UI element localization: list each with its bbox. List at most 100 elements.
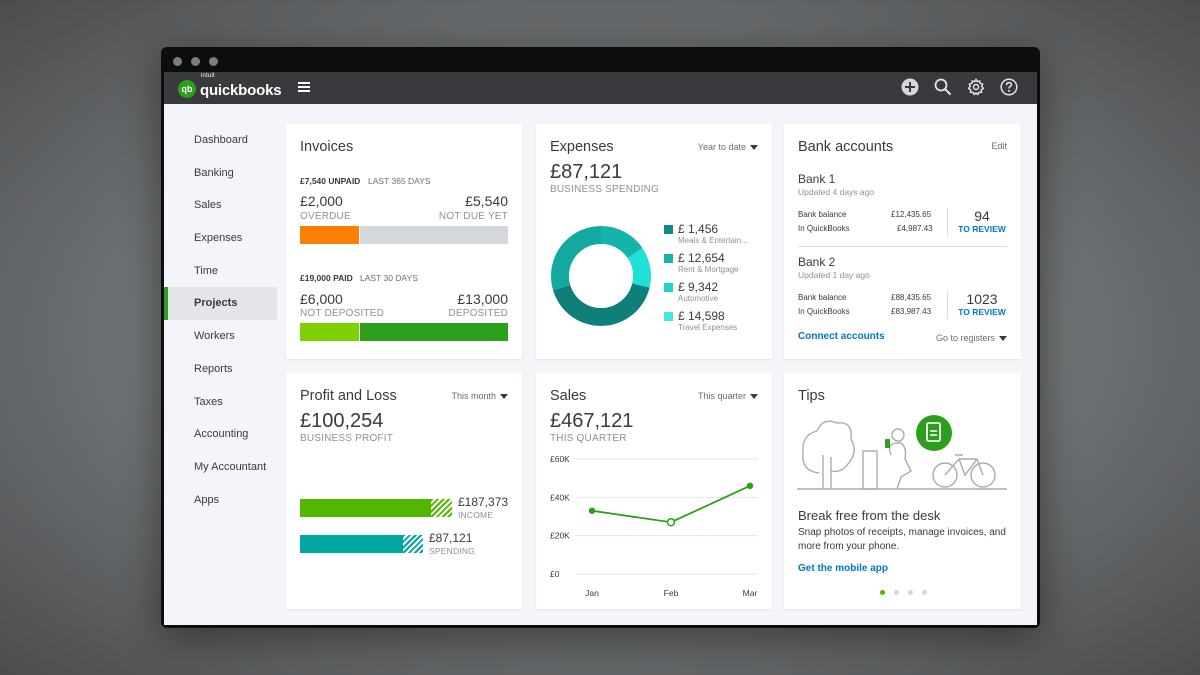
pnl-period-dropdown[interactable]: This month [451,391,508,401]
overdue-bar[interactable] [300,226,359,244]
settings-gear-icon[interactable] [966,77,986,97]
invoices-title[interactable]: Invoices [300,139,353,155]
bank2-divider [947,291,948,319]
sidebar-item-time[interactable]: Time [164,255,277,288]
sales-x-tick-label: Mar [743,588,758,598]
tips-card: Tips Break free from the desk Snap photo… [784,373,1021,609]
connect-accounts-link[interactable]: Connect accounts [798,331,885,342]
overdue-label: OVERDUE [300,211,351,222]
bank2-qb-label: In QuickBooks [798,307,850,316]
deposited-value: £13,000 [457,291,508,307]
bank-accounts-card: Bank accounts Edit Bank 1 Updated 4 days… [784,124,1021,359]
bank2-review-count[interactable]: 1023 [957,291,1007,307]
sales-y-tick-label: £40K [550,492,570,502]
pagination-dot-active[interactable] [880,590,885,595]
bank2-name[interactable]: Bank 2 [798,255,835,269]
chevron-down-icon [999,336,1007,342]
legend-swatch-rent [664,254,673,263]
chevron-down-icon [500,394,508,400]
sales-total-label: THIS QUARTER [550,433,627,444]
bank1-review-count[interactable]: 94 [957,208,1007,224]
get-mobile-app-link[interactable]: Get the mobile app [798,563,888,574]
window-minimize-dot[interactable] [191,57,200,66]
bank1-review-label[interactable]: TO REVIEW [957,224,1007,234]
pagination-dot[interactable] [894,590,899,595]
sales-x-tick-label: Feb [664,588,679,598]
sidebar-item-my-accountant[interactable]: My Accountant [164,451,277,484]
sidebar-item-taxes[interactable]: Taxes [164,386,277,419]
sales-y-tick-label: £0 [550,569,560,579]
tips-title[interactable]: Tips [798,388,825,404]
sidebar-item-banking[interactable]: Banking [164,157,277,190]
bank2-balance-label: Bank balance [798,293,847,302]
bank1-balance-label: Bank balance [798,210,847,219]
expenses-donut-chart[interactable] [546,221,656,331]
deposited-label: DEPOSITED [448,308,508,319]
search-icon[interactable] [933,77,953,97]
sales-y-tick-label: £60K [550,454,570,464]
window-zoom-dot[interactable] [209,57,218,66]
create-plus-icon[interactable] [900,77,920,97]
expense-automotive-label: Automotive [678,294,719,303]
mobile-app-illustration [797,415,1007,490]
sidebar-item-dashboard[interactable]: Dashboard [164,124,277,157]
income-bar[interactable] [300,499,431,517]
sales-x-tick-label: Jan [585,588,599,598]
expenses-total-label: BUSINESS SPENDING [550,184,659,195]
help-icon[interactable] [999,77,1019,97]
bank-edit-link[interactable]: Edit [991,141,1007,151]
quickbooks-logo[interactable]: qb intuit quickbooks [178,73,282,99]
sales-data-point[interactable] [746,482,754,490]
pnl-title[interactable]: Profit and Loss [300,388,397,404]
expense-meals-label: Meals & Entertain... [678,236,748,245]
window-titlebar [161,47,1040,72]
spending-bar[interactable] [300,535,403,553]
pagination-dot[interactable] [908,590,913,595]
pagination-dot[interactable] [922,590,927,595]
sales-title[interactable]: Sales [550,388,586,404]
not-deposited-bar[interactable] [300,323,359,341]
bank1-name[interactable]: Bank 1 [798,172,835,186]
chevron-down-icon [750,145,758,151]
invoices-unpaid-period: LAST 365 DAYS [368,176,431,186]
go-to-registers-dropdown[interactable]: Go to registers [936,333,1007,343]
expense-travel-label: Travel Expenses [678,323,738,332]
not-due-value: £5,540 [465,193,508,209]
hamburger-menu-icon[interactable] [298,82,310,92]
expenses-title[interactable]: Expenses [550,139,614,155]
invoices-unpaid-amount: £7,540 UNPAID [300,176,361,186]
deposited-bar[interactable] [360,323,508,341]
sales-data-point[interactable] [666,518,676,527]
sidebar-item-reports[interactable]: Reports [164,353,277,386]
income-value: £187,373 [458,495,509,509]
qb-logo-mark: qb [178,79,196,98]
expense-travel-value: £ 14,598 [678,309,725,323]
sidebar-item-accounting[interactable]: Accounting [164,418,277,451]
expenses-period-dropdown[interactable]: Year to date [698,142,758,152]
sales-period-dropdown[interactable]: This quarter [698,391,758,401]
sales-line-chart[interactable]: £60K £40K £20K £0 Jan Feb Mar [536,449,772,609]
bank2-review-label[interactable]: TO REVIEW [957,307,1007,317]
invoices-card: Invoices £7,540 UNPAID LAST 365 DAYS £2,… [286,124,522,359]
window-close-dot[interactable] [173,57,182,66]
pnl-period: This month [451,391,496,401]
sidebar-item-apps[interactable]: Apps [164,484,277,517]
legend-swatch-travel [664,312,673,321]
main-content: Dashboard Banking Sales Expenses Time Pr… [164,104,1037,625]
brand-small: intuit [201,73,215,79]
sales-series-line [591,485,751,524]
bank-accounts-title[interactable]: Bank accounts [798,139,893,155]
profit-loss-card: Profit and Loss This month £100,254 BUSI… [286,373,522,609]
tips-pagination [880,590,927,595]
legend-swatch-meals [664,225,673,234]
sidebar-item-projects[interactable]: Projects [164,287,277,321]
sidebar-item-workers[interactable]: Workers [164,320,277,353]
spending-value: £87,121 [429,531,473,545]
sidebar-item-sales[interactable]: Sales [164,189,277,222]
income-label: INCOME [458,510,494,520]
not-due-label: NOT DUE YET [438,211,508,222]
not-due-bar[interactable] [360,226,508,244]
income-bar-hatched [431,499,452,517]
sidebar-item-expenses[interactable]: Expenses [164,222,277,255]
sales-data-point[interactable] [588,507,596,514]
